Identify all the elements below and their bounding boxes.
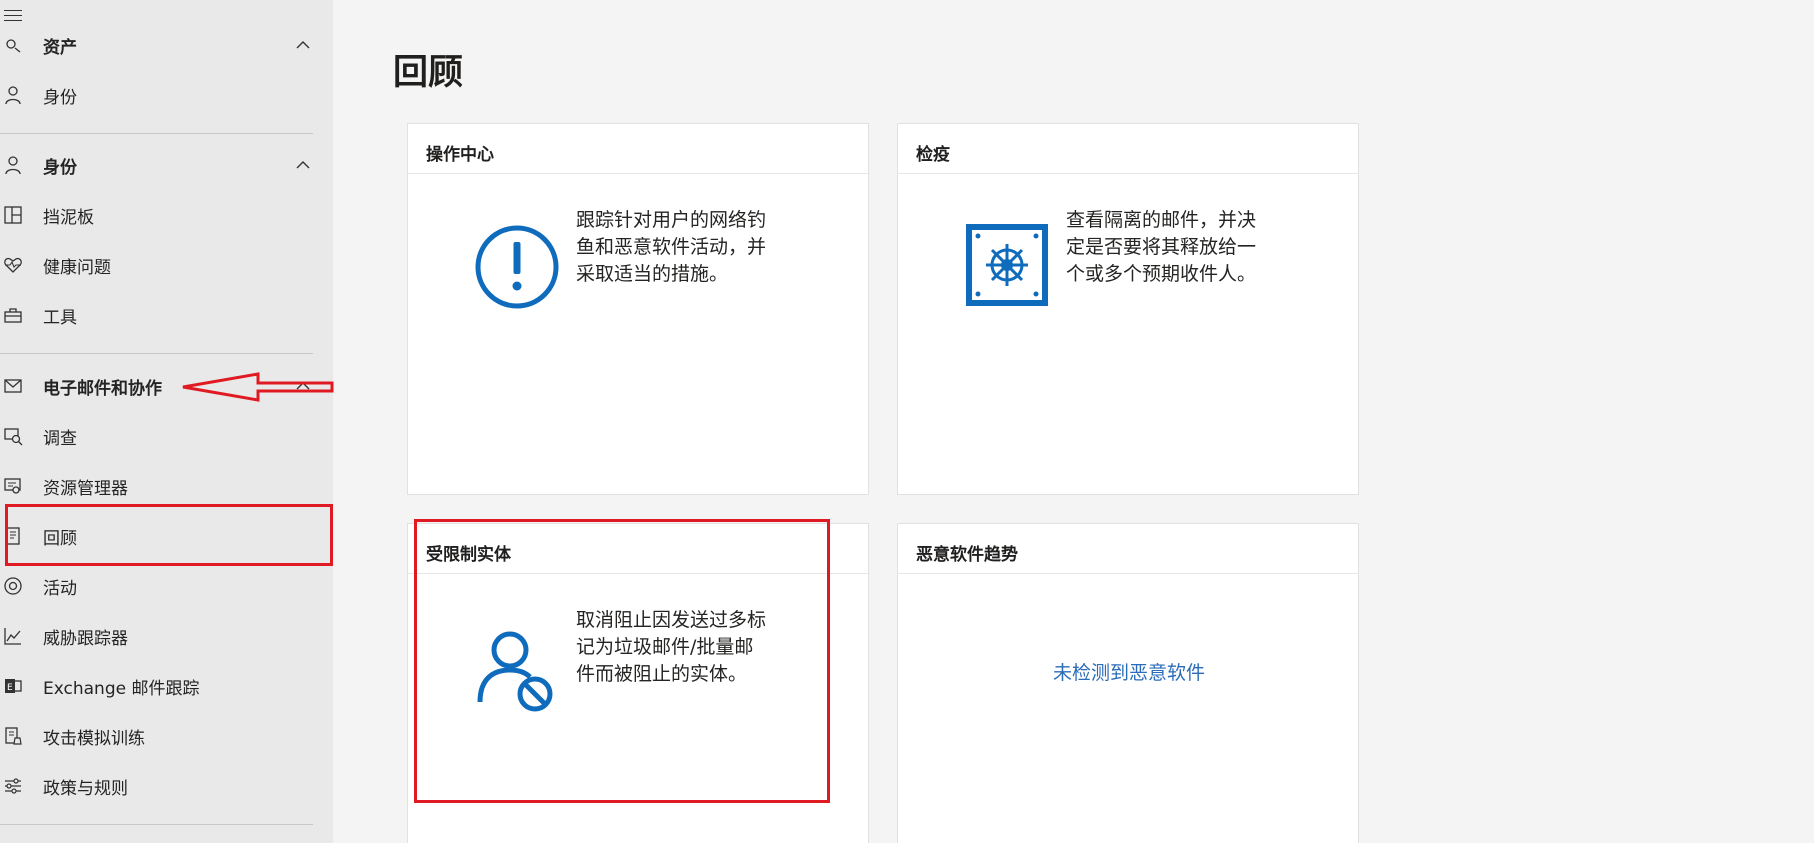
sidebar-item-threat-tracker[interactable]: 威胁跟踪器 bbox=[0, 611, 333, 661]
sidebar-item-exchange-message-trace[interactable]: E Exchange 邮件跟踪 bbox=[0, 661, 333, 711]
card-malware-trends[interactable]: 恶意软件趋势 未检测到恶意软件 bbox=[897, 523, 1359, 843]
sidebar-item-dashboard[interactable]: 挡泥板 bbox=[0, 190, 333, 240]
card-title: 检疫 bbox=[898, 124, 1358, 174]
sidebar-section-identity[interactable]: 身份 bbox=[0, 140, 333, 190]
sidebar-item-label: 资源管理器 bbox=[43, 478, 128, 499]
sidebar: 资产 身份 身份 挡泥板 健康问题 工具 电子邮件和协作 调查 资源管理器 回顾… bbox=[0, 0, 333, 843]
sidebar-item-label: 回顾 bbox=[43, 528, 77, 549]
card-description: 查看隔离的邮件，并决定是否要将其释放给一个或多个预期收件人。 bbox=[1066, 209, 1257, 285]
svg-text:E: E bbox=[7, 683, 13, 693]
sidebar-item-label: 健康问题 bbox=[43, 257, 111, 278]
sliders-icon bbox=[2, 775, 24, 797]
chevron-up-icon[interactable] bbox=[295, 37, 311, 53]
investigation-icon bbox=[2, 425, 24, 447]
sidebar-item-label: 政策与规则 bbox=[43, 778, 128, 799]
card-action-center[interactable]: 操作中心 跟踪针对用户的网络钓鱼和恶意软件活动，并采取适当的措施。 bbox=[407, 123, 869, 495]
annotation-arrow-icon bbox=[182, 372, 334, 402]
card-description: 取消阻止因发送过多标记为垃圾邮件/批量邮件而被阻止的实体。 bbox=[576, 609, 767, 685]
sidebar-item-label: 身份 bbox=[43, 87, 77, 108]
dashboard-icon bbox=[2, 204, 24, 226]
target-icon bbox=[2, 575, 24, 597]
sidebar-item-label: 攻击模拟训练 bbox=[43, 728, 145, 749]
card-title: 恶意软件趋势 bbox=[898, 524, 1358, 574]
sidebar-section-assets[interactable]: 资产 bbox=[0, 20, 333, 70]
main-content: 回顾 操作中心 跟踪针对用户的网络钓鱼和恶意软件活动，并采取适当的措施。 检疫 bbox=[333, 0, 1814, 843]
sidebar-item-policies-rules[interactable]: 政策与规则 bbox=[0, 761, 333, 811]
sidebar-item-campaigns[interactable]: 活动 bbox=[0, 561, 333, 611]
document-icon bbox=[2, 525, 24, 547]
explorer-icon bbox=[2, 475, 24, 497]
flask-icon bbox=[2, 725, 24, 747]
sidebar-item-label: Exchange 邮件跟踪 bbox=[43, 678, 200, 699]
sidebar-item-label: 挡泥板 bbox=[43, 207, 94, 228]
page-title: 回顾 bbox=[393, 53, 464, 93]
sidebar-item-label: 电子邮件和协作 bbox=[43, 378, 162, 399]
exchange-icon: E bbox=[2, 675, 24, 697]
sidebar-divider bbox=[0, 353, 313, 354]
sidebar-item-attack-simulation[interactable]: 攻击模拟训练 bbox=[0, 711, 333, 761]
card-title: 操作中心 bbox=[408, 124, 868, 174]
assets-icon bbox=[2, 34, 24, 56]
sidebar-item-label: 调查 bbox=[43, 428, 77, 449]
quarantine-vault-icon bbox=[966, 224, 1048, 306]
alert-circle-icon bbox=[475, 225, 559, 309]
card-restricted-entities[interactable]: 受限制实体 取消阻止因发送过多标记为垃圾邮件/批量邮件而被阻止的实体。 bbox=[407, 523, 869, 843]
heart-pulse-icon bbox=[2, 254, 24, 276]
person-icon bbox=[2, 84, 24, 106]
card-quarantine[interactable]: 检疫 查看隔离的邮件，并决定是否要将其释放给一个或多个预期收件人。 bbox=[897, 123, 1359, 495]
app-window: 资产 身份 身份 挡泥板 健康问题 工具 电子邮件和协作 调查 资源管理器 回顾… bbox=[0, 0, 1814, 843]
chart-line-icon bbox=[2, 625, 24, 647]
card-title: 受限制实体 bbox=[408, 524, 868, 574]
sidebar-item-investigation[interactable]: 调查 bbox=[0, 411, 333, 461]
card-description: 跟踪针对用户的网络钓鱼和恶意软件活动，并采取适当的措施。 bbox=[576, 209, 767, 285]
person-blocked-icon bbox=[477, 631, 553, 712]
person-icon bbox=[2, 154, 24, 176]
sidebar-item-label: 活动 bbox=[43, 578, 77, 599]
sidebar-divider bbox=[0, 133, 313, 134]
no-malware-detected-link[interactable]: 未检测到恶意软件 bbox=[898, 658, 1360, 685]
sidebar-divider bbox=[0, 824, 313, 825]
sidebar-item-health[interactable]: 健康问题 bbox=[0, 240, 333, 290]
mail-icon bbox=[2, 375, 24, 397]
sidebar-item-explorer[interactable]: 资源管理器 bbox=[0, 461, 333, 511]
sidebar-item-review[interactable]: 回顾 bbox=[0, 511, 333, 561]
sidebar-item-label: 身份 bbox=[43, 157, 77, 178]
chevron-up-icon[interactable] bbox=[295, 157, 311, 173]
sidebar-item-tools[interactable]: 工具 bbox=[0, 290, 333, 340]
sidebar-item-label: 资产 bbox=[43, 37, 77, 58]
sidebar-item-label: 威胁跟踪器 bbox=[43, 628, 128, 649]
sidebar-item-identity[interactable]: 身份 bbox=[0, 70, 333, 120]
sidebar-item-label: 工具 bbox=[43, 307, 77, 328]
toolbox-icon bbox=[2, 304, 24, 326]
